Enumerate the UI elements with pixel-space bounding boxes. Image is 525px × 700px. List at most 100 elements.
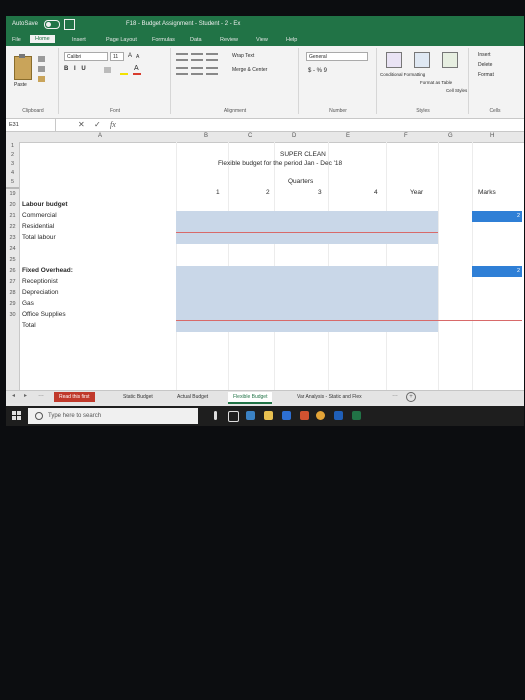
fixed-overhead-heading[interactable]: Fixed Overhead: [22,267,73,274]
row-header[interactable]: 29 [6,299,20,310]
row-header[interactable]: 5 [6,178,20,187]
fill-color-icon[interactable] [120,73,128,75]
residential-label[interactable]: Residential [22,223,54,230]
labour-input-range[interactable] [176,211,438,244]
mail-icon[interactable] [282,411,291,420]
taskbar-search-box[interactable]: Type here to search [28,408,198,424]
quarter-2-header[interactable]: 2 [266,189,270,196]
word-icon[interactable] [334,411,343,420]
gas-label[interactable]: Gas [22,300,34,307]
row-header[interactable]: 3 [6,160,20,169]
cell-styles-icon[interactable] [442,52,458,68]
powerpoint-icon[interactable] [300,411,309,420]
row-header[interactable]: 20 [6,200,20,211]
middle-align-icon[interactable] [191,53,203,61]
font-color-icon[interactable]: A [134,65,139,72]
column-header-g[interactable]: G [448,133,453,139]
insert-cells-button[interactable]: Insert [478,52,491,58]
column-header-a[interactable]: A [98,133,102,139]
format-painter-icon[interactable] [38,76,45,82]
paste-icon[interactable] [14,54,32,80]
sheet-tab-flexible-budget[interactable]: Flexible Budget [228,392,273,404]
depreciation-label[interactable]: Depreciation [22,289,59,296]
tab-insert[interactable]: Insert [72,37,86,43]
edge-icon[interactable] [246,411,255,420]
year-header[interactable]: Year [410,189,423,196]
row-header[interactable]: 22 [6,222,20,233]
font-name-select[interactable]: Calibri [64,52,108,61]
sheet-tab-var-analysis[interactable]: Var Analysis - Static and Flex [292,392,367,402]
row-header[interactable]: 24 [6,244,20,255]
total-labour-label[interactable]: Total labour [22,234,56,241]
wrap-text-button[interactable]: Wrap Text [232,53,254,59]
borders-icon[interactable] [104,67,111,73]
quarter-1-header[interactable]: 1 [216,189,220,196]
column-header-c[interactable]: C [248,133,252,139]
row-header[interactable]: 23 [6,233,20,244]
right-align-icon[interactable] [206,67,218,75]
labour-budget-heading[interactable]: Labour budget [22,201,68,208]
center-align-icon[interactable] [191,67,203,75]
marks-header[interactable]: Marks [478,189,496,196]
copy-icon[interactable] [38,66,45,72]
shrink-font-icon[interactable]: A [136,54,139,60]
prev-sheet-icon[interactable]: ◂ [12,392,15,399]
row-header[interactable]: 1 [6,142,20,151]
row-header[interactable]: 30 [6,310,20,321]
more-sheets-left-icon[interactable]: … [38,392,44,398]
tab-review[interactable]: Review [220,37,238,43]
number-format-buttons[interactable]: $ - % 9 [308,68,327,74]
quarters-label[interactable]: Quarters [288,178,313,185]
quarter-3-header[interactable]: 3 [318,189,322,196]
column-header-d[interactable]: D [292,133,296,139]
total-overhead-label[interactable]: Total [22,322,36,329]
merge-center-button[interactable]: Merge & Center [232,67,267,73]
column-header-f[interactable]: F [404,133,408,139]
chrome-icon[interactable] [316,411,325,420]
overhead-input-range[interactable] [176,266,438,332]
sheet-tab-read-this-first[interactable]: Read this first [54,392,95,402]
microphone-icon[interactable] [214,411,217,420]
office-supplies-label[interactable]: Office Supplies [22,311,66,318]
sheet-tab-static-budget[interactable]: Static Budget [118,392,158,402]
row-header[interactable]: 2 [6,151,20,160]
labour-marks-cell[interactable]: 2 [472,211,522,222]
orientation-icon[interactable] [206,53,218,61]
number-format-select[interactable]: General [306,52,368,61]
column-header-e[interactable]: E [346,133,350,139]
worksheet-grid[interactable]: A B C D E F G H 1 2 3 4 5 19 20 21 22 23… [6,132,524,390]
tab-home[interactable]: Home [30,35,55,43]
add-sheet-icon[interactable]: + [406,392,416,402]
tab-file[interactable]: File [12,37,21,43]
grow-font-icon[interactable]: A [128,53,132,59]
function-icon[interactable]: fx [110,120,116,129]
tab-view[interactable]: View [256,37,268,43]
commercial-label[interactable]: Commercial [22,212,57,219]
next-sheet-icon[interactable]: ▸ [24,392,27,399]
format-cells-button[interactable]: Format [478,72,494,78]
tab-data[interactable]: Data [190,37,202,43]
task-view-icon[interactable] [228,411,239,422]
font-size-select[interactable]: 11 [110,52,124,61]
excel-icon[interactable] [352,411,361,420]
bold-italic-underline-buttons[interactable]: B I U [64,66,88,72]
windows-start-icon[interactable] [12,411,22,421]
autosave-toggle[interactable] [44,20,60,29]
quarter-4-header[interactable]: 4 [374,189,378,196]
row-header[interactable]: 27 [6,277,20,288]
overhead-marks-cell[interactable]: 2 [472,266,522,277]
delete-cells-button[interactable]: Delete [478,62,492,68]
cell-styles-button[interactable]: Cell Styles [446,88,467,93]
row-header[interactable]: 19 [6,189,20,200]
format-as-table-button[interactable]: Format as Table [420,80,452,85]
row-header[interactable]: 21 [6,211,20,222]
format-as-table-icon[interactable] [414,52,430,68]
row-header[interactable]: 28 [6,288,20,299]
conditional-formatting-button[interactable]: Conditional Formatting [380,72,425,77]
column-header-b[interactable]: B [204,133,208,139]
enter-icon[interactable]: ✓ [94,120,101,129]
more-sheets-right-icon[interactable]: … [392,392,398,398]
cut-icon[interactable] [38,56,45,62]
column-header-h[interactable]: H [490,133,494,139]
tab-formulas[interactable]: Formulas [152,37,175,43]
